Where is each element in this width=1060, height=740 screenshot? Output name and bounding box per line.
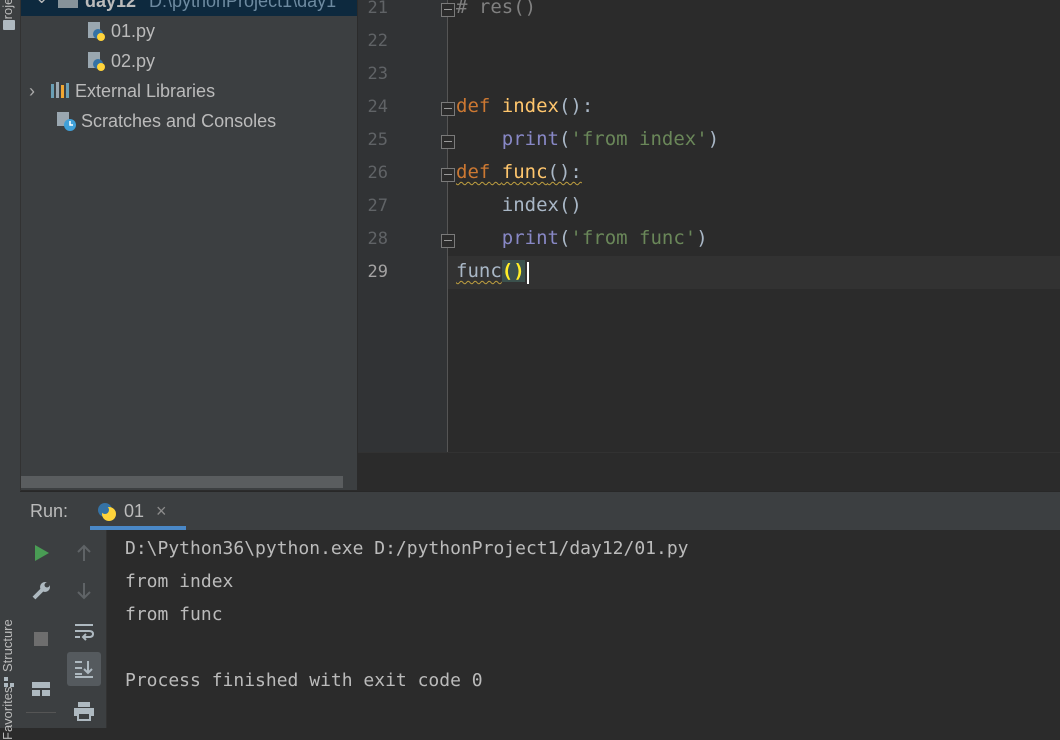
arrow-down-icon[interactable] [62, 574, 106, 608]
left-tool-strip: Project Structure Favorites [0, 0, 21, 740]
tree-file-row[interactable]: 02.py [85, 46, 155, 76]
line-number: 21 [367, 0, 388, 18]
python-file-icon [85, 20, 107, 42]
line-number: 28 [367, 229, 388, 249]
line-number-gutter: 21 22 23 24 25 26 27 28 29 [358, 0, 448, 452]
run-tab[interactable]: 01 × [90, 492, 186, 530]
run-toolbar-secondary [62, 530, 107, 728]
console-line: Process finished with exit code 0 [125, 670, 483, 691]
tree-scratches[interactable]: Scratches and Consoles [55, 106, 276, 136]
code-punct: (): [547, 161, 582, 183]
tree-file-label: 01.py [111, 20, 156, 41]
run-toolbar-primary [20, 530, 62, 728]
builtin-print: print [501, 128, 559, 150]
run-label: Run: [30, 501, 69, 521]
function-name: func [501, 161, 548, 183]
project-root-name: day12 [85, 0, 137, 11]
code-line-24: def index(): [456, 95, 593, 117]
code-punct: (): [558, 95, 594, 117]
code-line-21: # res() [456, 0, 537, 18]
code-call: index() [501, 194, 582, 216]
tree-file-row[interactable]: 01.py [85, 16, 155, 46]
run-console-output[interactable]: D:\Python36\python.exe D:/pythonProject1… [107, 530, 1060, 728]
code-line-28: print('from func') [456, 227, 708, 249]
editor-bottom-area [358, 452, 1060, 491]
console-line: from func [125, 604, 223, 625]
fold-marker-icon[interactable] [441, 3, 455, 17]
chevron-down-icon[interactable]: ⌄ [35, 0, 48, 8]
print-icon[interactable] [62, 694, 106, 728]
wrench-icon[interactable] [20, 574, 62, 608]
chevron-right-icon[interactable]: › [29, 81, 49, 102]
tree-external-libraries[interactable]: › External Libraries [29, 76, 215, 106]
string-literal: 'from index' [570, 128, 708, 150]
structure-tool-tab[interactable]: Structure [0, 592, 20, 672]
line-number: 25 [367, 130, 388, 150]
project-root-row[interactable]: ⌄ day12 D:\pythonProject1\day1 [21, 0, 357, 16]
current-line-highlight [448, 256, 1060, 289]
project-root-path: D:\pythonProject1\day1 [149, 0, 337, 11]
line-number: 29 [367, 262, 388, 282]
code-editor[interactable]: 21 22 23 24 25 26 27 28 29 # res() def i… [358, 0, 1060, 452]
function-name: index [501, 95, 559, 117]
code-punct: ( [558, 227, 571, 249]
scroll-to-end-button[interactable] [67, 652, 101, 686]
text-caret [527, 262, 529, 284]
line-number: 22 [367, 31, 388, 51]
stop-icon[interactable] [20, 622, 62, 656]
soft-wrap-icon[interactable] [62, 614, 106, 648]
scratches-icon [55, 110, 77, 132]
tree-external-libraries-label: External Libraries [75, 80, 216, 101]
code-line-26: def func(): [456, 161, 582, 183]
scroll-to-end-icon [67, 652, 101, 686]
console-line: from index [125, 571, 234, 592]
project-panel: ⌄ day12 D:\pythonProject1\day1 01.py 02.… [21, 0, 357, 490]
keyword-def: def [456, 161, 491, 183]
code-punct: ) [696, 227, 708, 249]
run-tab-label: 01 [124, 501, 145, 521]
code-line-25: print('from index') [456, 128, 719, 150]
string-literal: 'from func' [570, 227, 697, 249]
builtin-print: print [501, 227, 559, 249]
folder-icon [58, 0, 78, 8]
horizontal-scrollbar[interactable] [21, 476, 343, 488]
code-call: func [456, 260, 502, 282]
fold-marker-icon[interactable] [441, 135, 455, 149]
toolbar-divider [26, 712, 56, 713]
fold-marker-icon[interactable] [441, 234, 455, 248]
keyword-def: def [456, 95, 491, 117]
structure-icon [4, 674, 14, 687]
fold-marker-icon[interactable] [441, 102, 455, 116]
python-icon [96, 501, 118, 528]
code-line-29: func() [456, 260, 525, 282]
line-number: 27 [367, 196, 388, 216]
layout-icon[interactable] [20, 672, 62, 706]
python-file-icon [85, 50, 107, 72]
code-punct: ( [558, 128, 571, 150]
console-line: D:\Python36\python.exe D:/pythonProject1… [125, 538, 689, 559]
run-icon[interactable] [20, 536, 62, 570]
tree-scratches-label: Scratches and Consoles [81, 110, 277, 131]
run-tool-header: Run: 01 × [20, 491, 1060, 530]
matched-parens: () [501, 260, 525, 282]
libraries-icon [49, 80, 71, 102]
tree-file-label: 02.py [111, 50, 156, 71]
line-number: 23 [367, 64, 388, 84]
code-punct: ) [707, 128, 720, 150]
code-line-27: index() [456, 194, 582, 216]
folder-icon [3, 20, 15, 30]
fold-marker-icon[interactable] [441, 168, 455, 182]
line-number: 24 [367, 97, 388, 117]
line-number: 26 [367, 163, 388, 183]
gutter-divider [447, 0, 448, 452]
arrow-up-icon[interactable] [62, 536, 106, 570]
favorites-tool-tab[interactable]: Favorites [0, 687, 20, 740]
close-icon[interactable]: × [156, 501, 167, 522]
